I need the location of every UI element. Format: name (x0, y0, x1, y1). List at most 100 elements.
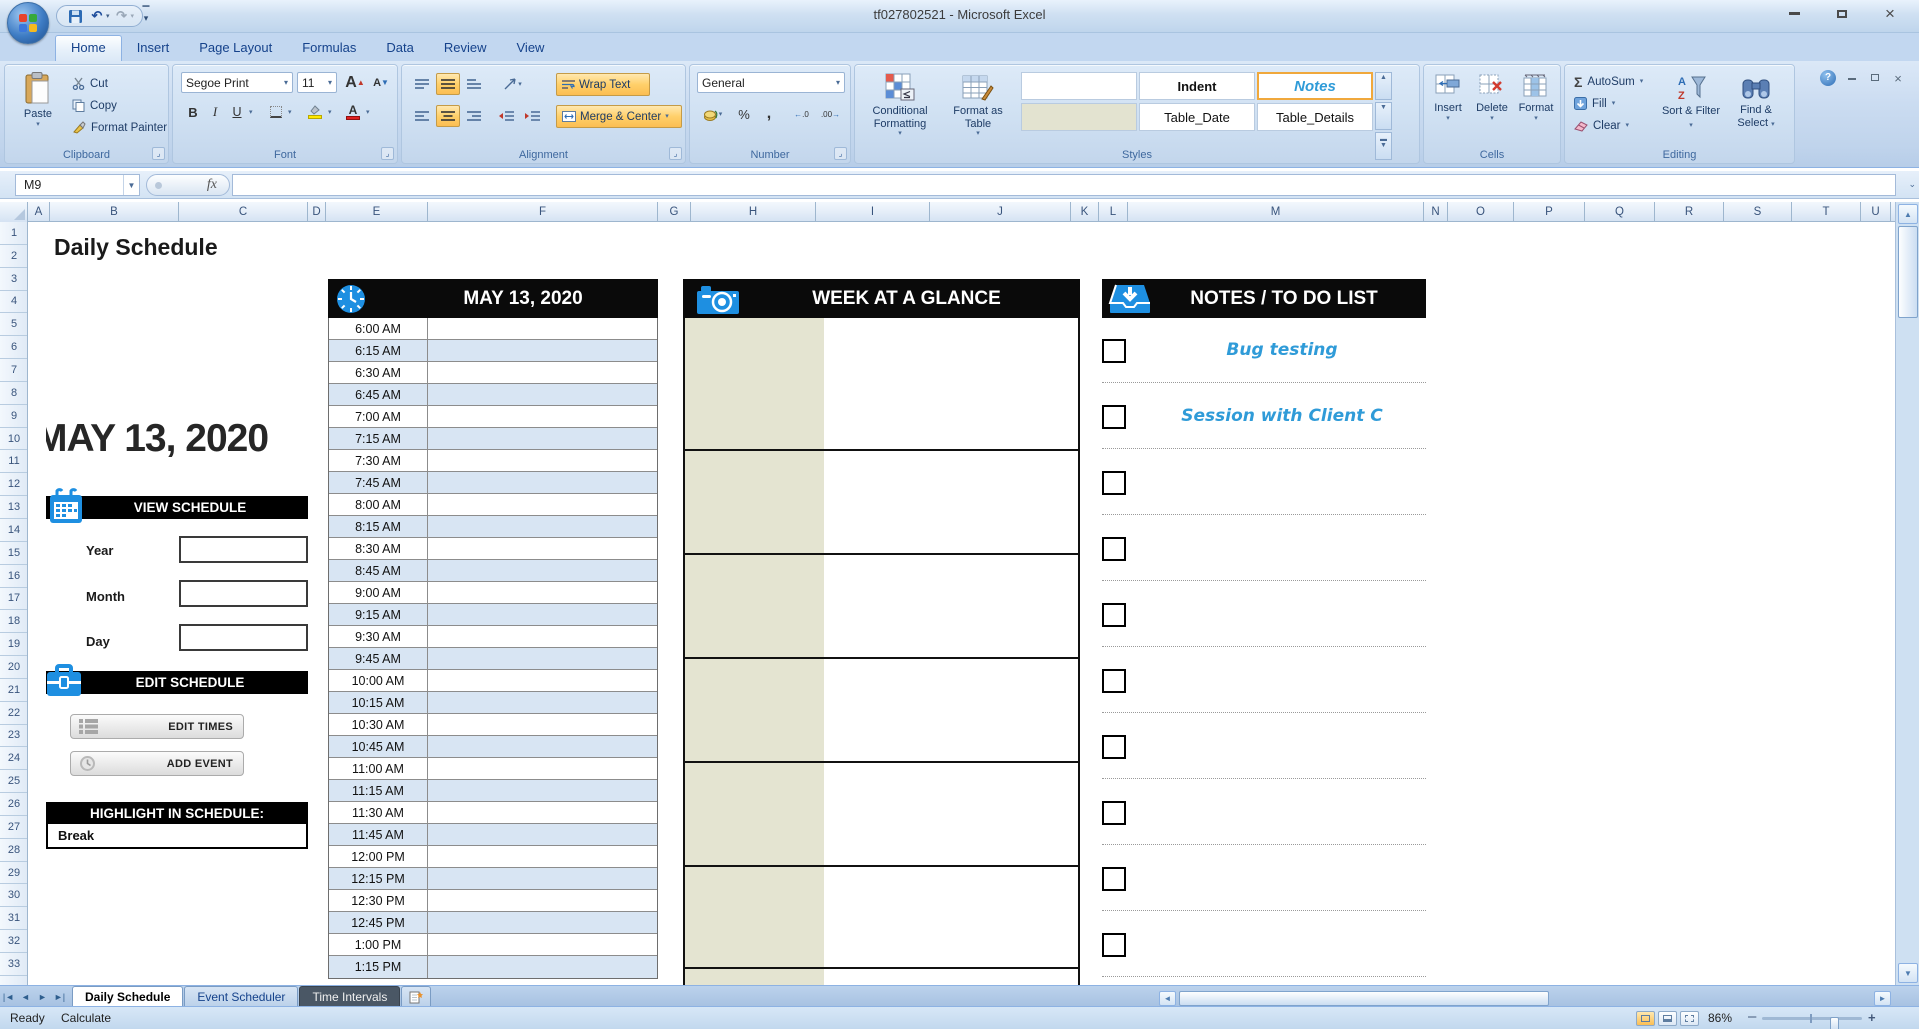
accounting-format-button[interactable]: ▾ (698, 103, 728, 125)
row-header-1[interactable]: 1 (0, 222, 28, 245)
row-header-10[interactable]: 10 (0, 428, 28, 451)
office-button[interactable] (7, 2, 49, 44)
todo-checkbox[interactable] (1102, 801, 1126, 825)
column-header-A[interactable]: A (28, 202, 50, 222)
delete-cells-dropdown-icon[interactable]: ▾ (1470, 115, 1514, 122)
paste-button[interactable]: Paste ▾ (9, 70, 67, 144)
todo-checkbox[interactable] (1102, 669, 1126, 693)
row-header-9[interactable]: 9 (0, 405, 28, 428)
day-input[interactable] (179, 624, 308, 651)
row-header-25[interactable]: 25 (0, 770, 28, 793)
row-header-5[interactable]: 5 (0, 313, 28, 336)
tab-last-icon[interactable]: ►| (51, 988, 68, 1006)
scroll-down-icon[interactable]: ▼ (1898, 963, 1918, 983)
number-format-combo[interactable]: General▾ (697, 72, 845, 93)
highlight-value-cell[interactable]: Break (46, 824, 308, 849)
borders-dropdown-icon[interactable]: ▾ (288, 109, 292, 116)
decrease-decimal-button[interactable]: .00→ (817, 103, 844, 125)
style-cell-blank-0[interactable] (1021, 72, 1137, 100)
row-header-22[interactable]: 22 (0, 702, 28, 725)
clipboard-dialog-launcher-icon[interactable]: ⌟ (152, 147, 165, 160)
row-header-19[interactable]: 19 (0, 633, 28, 656)
grow-font-button[interactable]: A▲ (343, 72, 367, 93)
number-dialog-launcher-icon[interactable]: ⌟ (834, 147, 847, 160)
todo-checkbox[interactable] (1102, 867, 1126, 891)
ribbon-tab-page-layout[interactable]: Page Layout (184, 36, 287, 62)
zoom-out-icon[interactable]: – (1748, 1008, 1756, 1025)
formula-input[interactable] (232, 174, 1896, 196)
tab-first-icon[interactable]: |◄ (0, 988, 17, 1006)
format-painter-button[interactable]: Format Painter (69, 117, 170, 138)
font-color-dropdown-icon[interactable]: ▾ (366, 109, 370, 116)
sheet-tab-daily-schedule[interactable]: Daily Schedule (72, 986, 183, 1006)
zoom-level[interactable]: 86% (1708, 1011, 1732, 1025)
font-size-combo[interactable]: 11▾ (297, 72, 337, 93)
column-header-K[interactable]: K (1071, 202, 1099, 222)
wrap-text-button[interactable]: Wrap Text (556, 73, 650, 96)
column-header-L[interactable]: L (1099, 202, 1128, 222)
find-select-button[interactable]: Find & Select ▾ (1725, 70, 1787, 144)
column-header-F[interactable]: F (428, 202, 658, 222)
row-header-2[interactable]: 2 (0, 245, 28, 268)
column-header-C[interactable]: C (179, 202, 308, 222)
column-header-J[interactable]: J (930, 202, 1071, 222)
column-header-N[interactable]: N (1424, 202, 1448, 222)
zoom-in-icon[interactable]: + (1868, 1010, 1876, 1025)
todo-checkbox[interactable] (1102, 405, 1126, 429)
formula-bar-expand-icon[interactable]: ⌄ (1908, 179, 1916, 190)
row-header-14[interactable]: 14 (0, 519, 28, 542)
alignment-dialog-launcher-icon[interactable]: ⌟ (669, 147, 682, 160)
autosum-button[interactable]: Σ AutoSum▾ (1571, 71, 1646, 92)
column-header-O[interactable]: O (1448, 202, 1514, 222)
name-box[interactable]: M9 ▼ (15, 174, 140, 196)
todo-checkbox[interactable] (1102, 735, 1126, 759)
ribbon-tab-insert[interactable]: Insert (122, 36, 185, 62)
help-icon[interactable]: ? (1820, 70, 1836, 86)
column-header-S[interactable]: S (1724, 202, 1792, 222)
row-header-16[interactable]: 16 (0, 565, 28, 588)
ribbon-tab-review[interactable]: Review (429, 36, 502, 62)
ribbon-tab-data[interactable]: Data (371, 36, 428, 62)
conditional-formatting-dropdown-icon[interactable]: ▾ (861, 130, 939, 137)
todo-checkbox[interactable] (1102, 339, 1126, 363)
paste-dropdown-icon[interactable]: ▾ (9, 121, 67, 128)
align-center-button[interactable] (436, 105, 460, 127)
align-middle-button[interactable] (436, 73, 460, 95)
scroll-left-icon[interactable]: ◄ (1159, 991, 1176, 1006)
todo-item-text[interactable]: Bug testing (1138, 340, 1426, 360)
merge-center-button[interactable]: Merge & Center▾ (556, 105, 682, 128)
column-header-U[interactable]: U (1861, 202, 1891, 222)
select-all-corner[interactable] (0, 202, 28, 222)
row-header-13[interactable]: 13 (0, 496, 28, 519)
row-header-24[interactable]: 24 (0, 747, 28, 770)
format-as-table-dropdown-icon[interactable]: ▾ (941, 130, 1015, 137)
align-bottom-button[interactable] (462, 73, 486, 95)
insert-cells-button[interactable]: Insert ▾ (1426, 70, 1470, 144)
column-header-D[interactable]: D (308, 202, 326, 222)
view-page-layout-button[interactable] (1658, 1011, 1677, 1026)
row-header-4[interactable]: 4 (0, 291, 28, 314)
row-header-11[interactable]: 11 (0, 450, 28, 473)
column-header-I[interactable]: I (816, 202, 930, 222)
edit-times-button[interactable]: EDIT TIMES (70, 714, 244, 739)
style-cell-notes[interactable]: Notes (1257, 72, 1373, 100)
todo-checkbox[interactable] (1102, 603, 1126, 627)
column-header-T[interactable]: T (1792, 202, 1861, 222)
ribbon-tab-home[interactable]: Home (55, 35, 122, 61)
fill-color-button[interactable] (303, 101, 327, 123)
format-cells-dropdown-icon[interactable]: ▾ (1514, 115, 1558, 122)
orientation-button[interactable]: ▾ (498, 73, 528, 95)
insert-cells-dropdown-icon[interactable]: ▾ (1426, 115, 1470, 122)
column-header-P[interactable]: P (1514, 202, 1585, 222)
month-input[interactable] (179, 580, 308, 607)
align-top-button[interactable] (410, 73, 434, 95)
column-header-Q[interactable]: Q (1585, 202, 1655, 222)
todo-item-text[interactable]: Session with Client C (1138, 406, 1426, 426)
row-header-33[interactable]: 33 (0, 953, 28, 976)
workbook-restore-icon[interactable] (1868, 72, 1882, 84)
styles-gallery-up-icon[interactable]: ▲ (1375, 72, 1392, 100)
percent-style-button[interactable]: % (732, 103, 756, 125)
delete-cells-button[interactable]: Delete ▾ (1470, 70, 1514, 144)
row-header-28[interactable]: 28 (0, 839, 28, 862)
comma-style-button[interactable]: , (758, 103, 780, 125)
